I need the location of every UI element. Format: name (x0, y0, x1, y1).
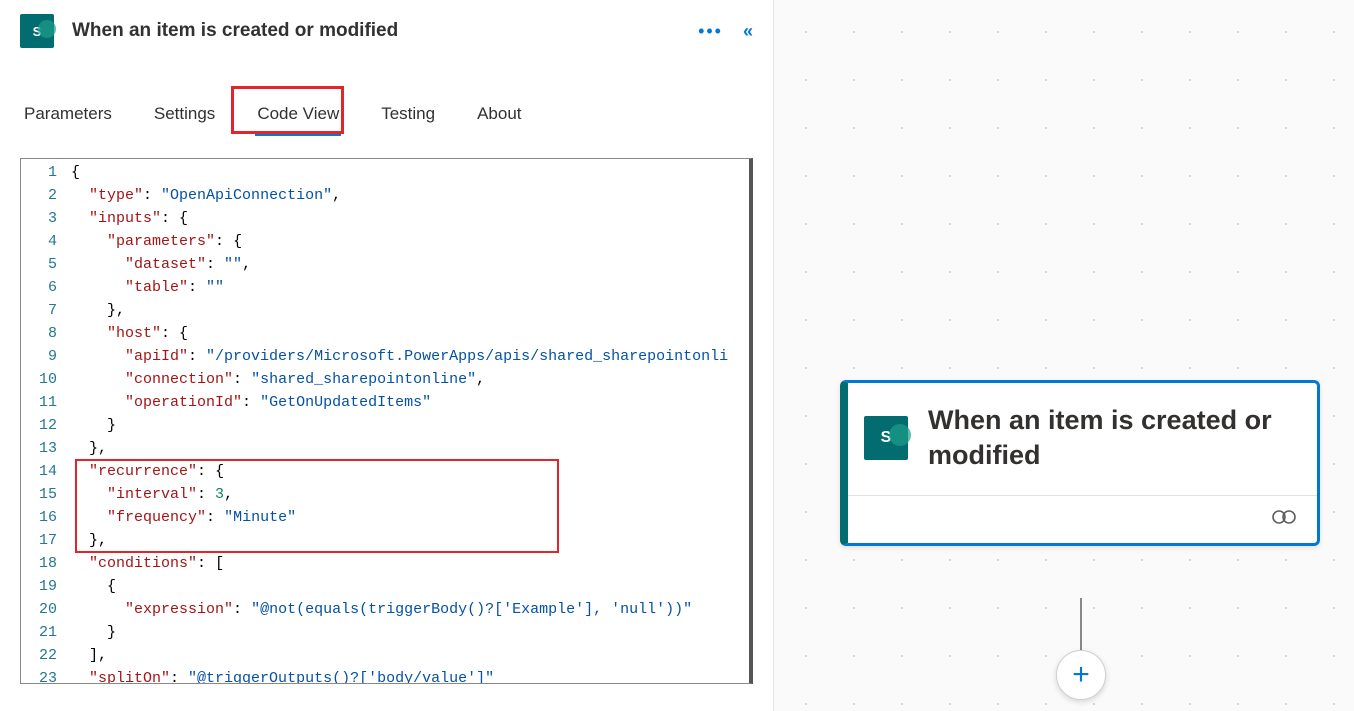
details-panel: S When an item is created or modified ••… (0, 0, 774, 711)
collapse-panel-icon[interactable]: « (743, 21, 753, 42)
sharepoint-icon: S (864, 416, 908, 460)
tab-about[interactable]: About (473, 96, 525, 134)
node-header: S When an item is created or modified (848, 383, 1317, 495)
line-gutter: 123456789101112131415161718192021222324 (21, 159, 65, 684)
node-title: When an item is created or modified (928, 403, 1295, 473)
add-step-button[interactable]: + (1056, 650, 1106, 700)
header-actions: ••• « (698, 21, 753, 42)
more-menu-icon[interactable]: ••• (698, 21, 723, 42)
panel-title: When an item is created or modified (72, 20, 698, 42)
tab-testing[interactable]: Testing (377, 96, 439, 134)
connection-icon[interactable] (1271, 508, 1297, 531)
sharepoint-icon: S (20, 14, 54, 48)
connector-line (1080, 598, 1082, 654)
node-footer (848, 495, 1317, 543)
annotation-tab-highlight (231, 86, 344, 134)
tab-parameters[interactable]: Parameters (20, 96, 116, 134)
tab-bar: Parameters Settings Code View Testing Ab… (0, 62, 773, 134)
tab-settings[interactable]: Settings (150, 96, 219, 134)
code-editor[interactable]: 123456789101112131415161718192021222324 … (20, 158, 753, 684)
code-content[interactable]: { "type": "OpenApiConnection", "inputs":… (71, 161, 745, 684)
plus-icon: + (1072, 660, 1090, 690)
trigger-node[interactable]: S When an item is created or modified (840, 380, 1320, 546)
flow-canvas[interactable]: S When an item is created or modified + (774, 0, 1354, 711)
annotation-code-highlight (75, 459, 559, 553)
panel-header: S When an item is created or modified ••… (0, 0, 773, 62)
